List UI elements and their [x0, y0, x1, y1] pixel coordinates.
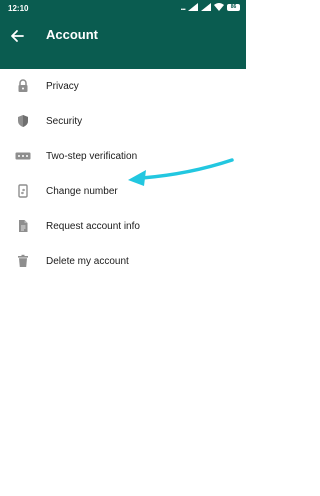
signal-icon [188, 3, 198, 11]
request-account-info-item[interactable]: Request account info [0, 209, 246, 244]
privacy-label: Privacy [46, 81, 79, 92]
status-icons: ... 86 [180, 2, 240, 12]
signal-icon [201, 3, 211, 11]
arrow-left-icon [11, 30, 24, 42]
lock-icon [14, 77, 32, 95]
change-number-label: Change number [46, 186, 118, 197]
wifi-icon [214, 3, 224, 11]
request-account-info-label: Request account info [46, 221, 140, 232]
change-number-item[interactable]: Change number [0, 174, 246, 209]
back-button[interactable] [6, 25, 28, 47]
delete-account-item[interactable]: Delete my account [0, 244, 246, 279]
dots-icon [14, 147, 32, 165]
settings-list: Privacy Security Two-step verification C… [0, 69, 246, 279]
two-step-verification-item[interactable]: Two-step verification [0, 139, 246, 174]
two-step-verification-label: Two-step verification [46, 151, 138, 162]
battery-icon: 86 [227, 3, 240, 11]
phone-change-icon [14, 182, 32, 200]
privacy-item[interactable]: Privacy [0, 69, 246, 104]
delete-account-label: Delete my account [46, 256, 129, 267]
toolbar: Account [0, 17, 246, 69]
status-bar: 12:10 ... 86 [0, 0, 246, 17]
shield-icon [14, 112, 32, 130]
document-icon [14, 217, 32, 235]
notification-dots: ... [180, 2, 185, 12]
security-label: Security [46, 116, 83, 127]
page-title: Account [46, 27, 98, 42]
status-time: 12:10 [8, 4, 29, 13]
security-item[interactable]: Security [0, 104, 246, 139]
trash-icon [14, 252, 32, 270]
app-header: 12:10 ... 86 Account [0, 0, 246, 69]
